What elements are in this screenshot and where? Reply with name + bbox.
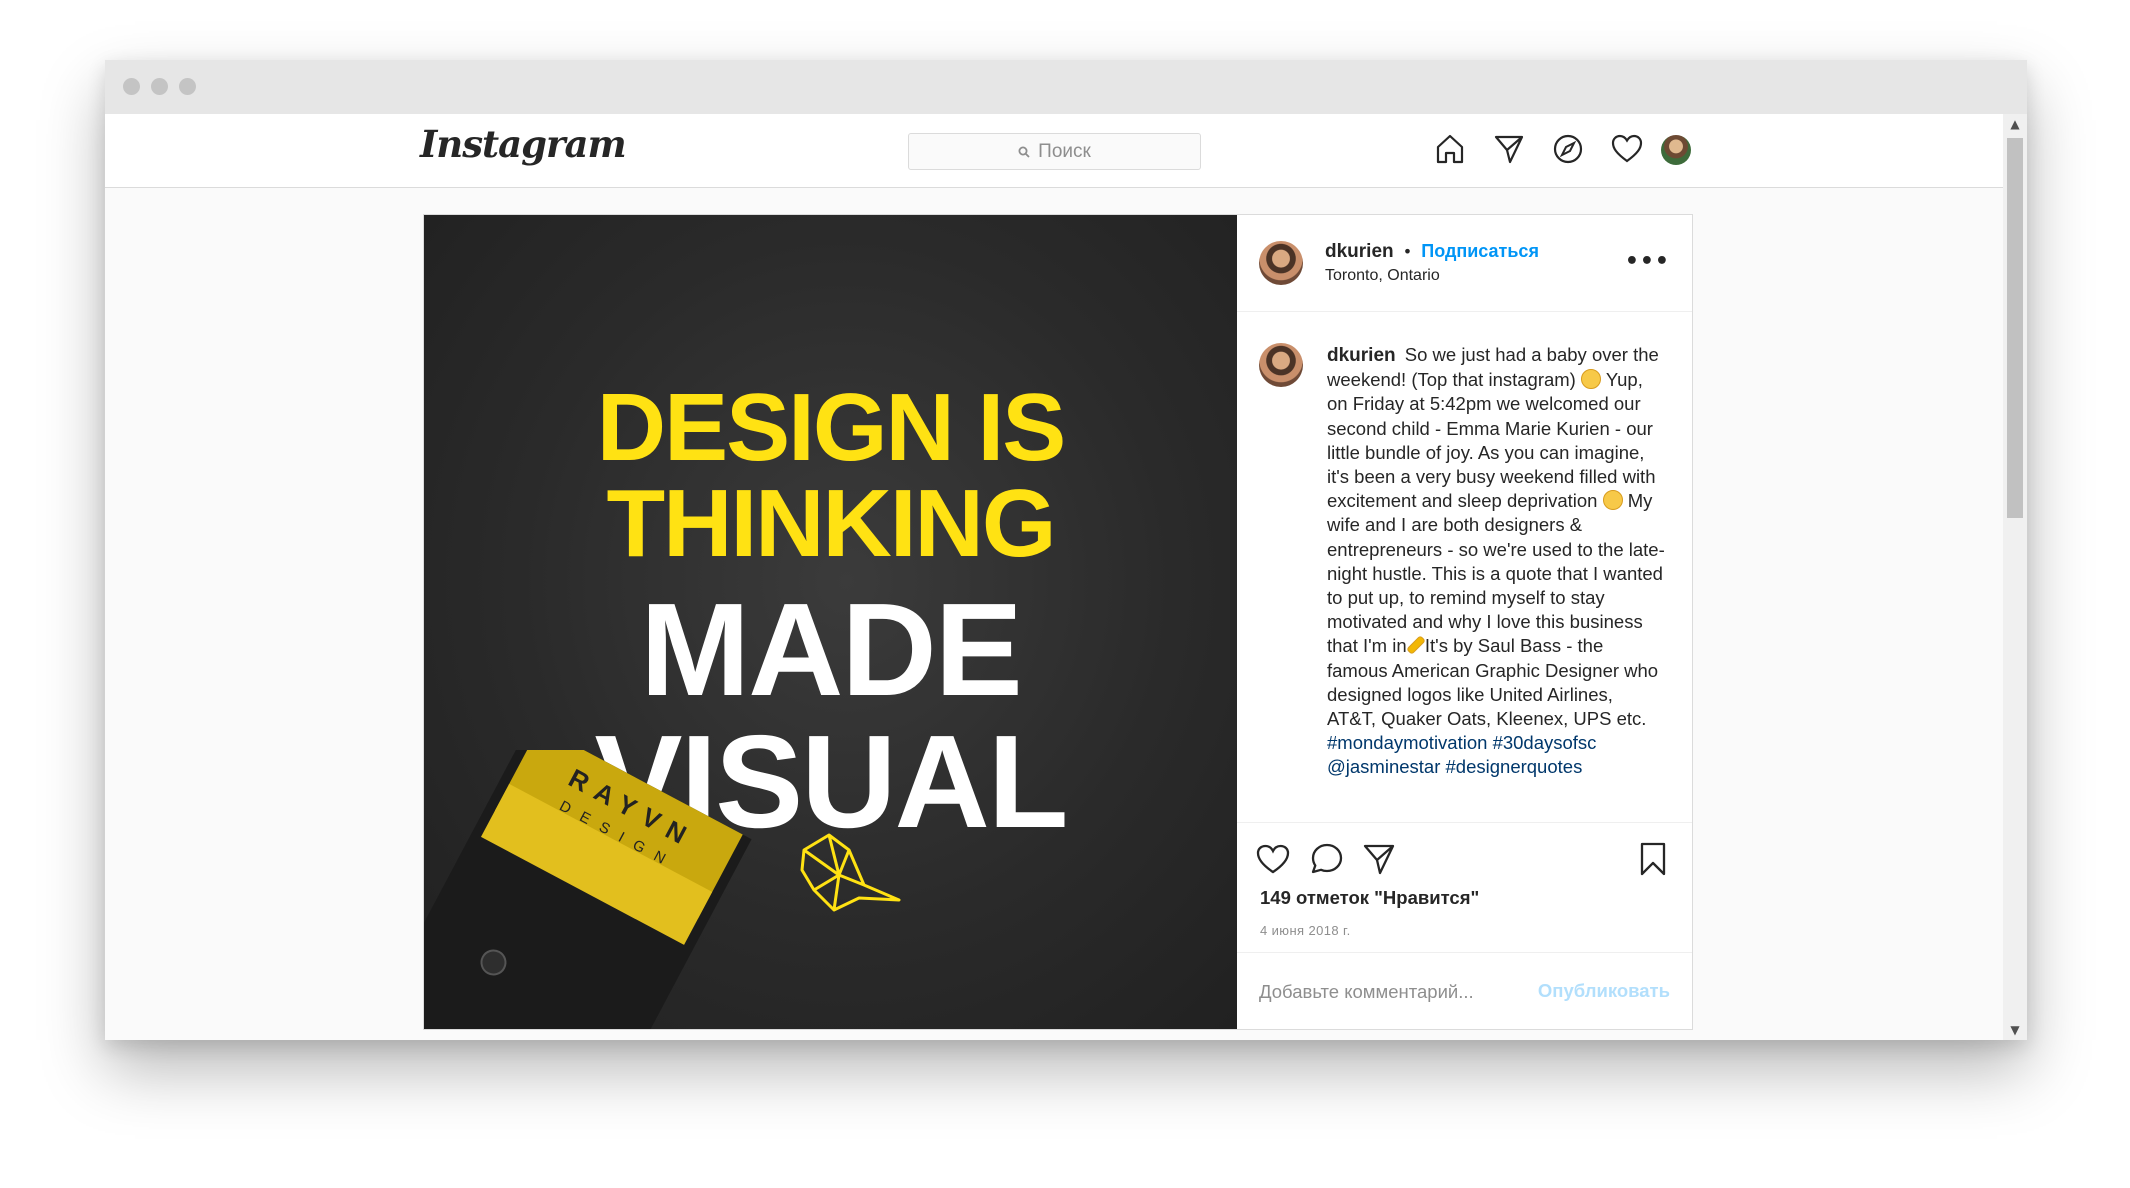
page-scrollbar[interactable]: ▲ ▼ bbox=[2003, 114, 2027, 1040]
post-location[interactable]: Toronto, Ontario bbox=[1325, 267, 1440, 285]
author-avatar[interactable] bbox=[1259, 241, 1303, 285]
raven-logo-icon bbox=[800, 833, 901, 912]
share-icon[interactable] bbox=[1361, 841, 1397, 877]
like-heart-icon[interactable] bbox=[1255, 841, 1291, 877]
comment-icon[interactable] bbox=[1309, 841, 1345, 877]
search-icon bbox=[1018, 146, 1030, 158]
author-username[interactable]: dkurien bbox=[1325, 241, 1394, 262]
scroll-down-arrow-icon[interactable]: ▼ bbox=[2003, 1020, 2027, 1040]
pencil-emoji-icon bbox=[1405, 635, 1426, 656]
comment-input[interactable] bbox=[1259, 977, 1539, 1007]
headline-line-3: MADE bbox=[640, 576, 1023, 723]
close-window-dot[interactable] bbox=[123, 78, 140, 95]
search-input[interactable]: Поиск bbox=[908, 133, 1201, 170]
browser-window: Instagram Поиск DESIGN IS THINKING MADE … bbox=[105, 60, 2027, 1040]
caption-author-avatar[interactable] bbox=[1259, 343, 1303, 387]
baby-emoji-icon bbox=[1581, 369, 1601, 390]
caption-scroll-area[interactable]: dkurien So we just had a baby over the w… bbox=[1237, 313, 1692, 823]
zoom-window-dot[interactable] bbox=[179, 78, 196, 95]
explore-icon[interactable] bbox=[1551, 132, 1585, 166]
mention-link[interactable]: @jasminestar bbox=[1327, 756, 1440, 777]
headline-line-1: DESIGN IS bbox=[596, 374, 1066, 481]
scrollbar-thumb[interactable] bbox=[2007, 138, 2023, 518]
instagram-logo[interactable]: Instagram bbox=[420, 122, 627, 166]
page-viewport: Instagram Поиск DESIGN IS THINKING MADE … bbox=[105, 114, 2003, 1040]
hashtag-link[interactable]: #mondaymotivation bbox=[1327, 732, 1487, 753]
minimize-window-dot[interactable] bbox=[151, 78, 168, 95]
header-separator: • bbox=[1402, 242, 1413, 261]
window-titlebar bbox=[105, 60, 2027, 114]
sleepy-emoji-icon bbox=[1602, 490, 1623, 511]
profile-avatar[interactable] bbox=[1661, 135, 1691, 165]
search-placeholder: Поиск bbox=[1038, 140, 1091, 162]
follow-button[interactable]: Подписаться bbox=[1421, 241, 1539, 261]
top-nav: Instagram Поиск bbox=[105, 114, 2003, 188]
post-sidebar: dkurien • Подписаться Toronto, Ontario •… bbox=[1237, 215, 1692, 1029]
home-icon[interactable] bbox=[1433, 132, 1467, 166]
post-header: dkurien • Подписаться Toronto, Ontario •… bbox=[1237, 215, 1692, 312]
more-options-icon[interactable]: ••• bbox=[1625, 249, 1670, 274]
caption-text-3: My wife and I are both designers & entre… bbox=[1327, 490, 1665, 657]
post-actions: 149 отметок "Нравится" 4 июня 2018 г. bbox=[1237, 822, 1692, 952]
save-bookmark-icon[interactable] bbox=[1635, 841, 1671, 877]
post-image[interactable]: DESIGN IS THINKING MADE VISUAL RAYVN DES… bbox=[424, 215, 1237, 1029]
post-caption: dkurien So we just had a baby over the w… bbox=[1327, 343, 1665, 780]
comment-form: Опубликовать bbox=[1237, 952, 1692, 1029]
direct-icon[interactable] bbox=[1492, 132, 1526, 166]
caption-username[interactable]: dkurien bbox=[1327, 345, 1396, 366]
scroll-up-arrow-icon[interactable]: ▲ bbox=[2003, 114, 2027, 134]
hashtag-link[interactable]: #designerquotes bbox=[1446, 756, 1583, 777]
headline-line-2: THINKING bbox=[606, 470, 1057, 577]
post-date[interactable]: 4 июня 2018 г. bbox=[1260, 923, 1351, 938]
caption-text-2: Yup, on Friday at 5:42pm we welcomed our… bbox=[1327, 369, 1656, 512]
envelope-graphic: RAYVN DESIGN bbox=[424, 750, 752, 1029]
like-count[interactable]: 149 отметок "Нравится" bbox=[1260, 887, 1479, 909]
publish-button[interactable]: Опубликовать bbox=[1538, 980, 1670, 1002]
activity-heart-icon[interactable] bbox=[1610, 132, 1644, 166]
hashtag-link[interactable]: #30daysofsc bbox=[1493, 732, 1597, 753]
post-card: DESIGN IS THINKING MADE VISUAL RAYVN DES… bbox=[423, 214, 1693, 1030]
